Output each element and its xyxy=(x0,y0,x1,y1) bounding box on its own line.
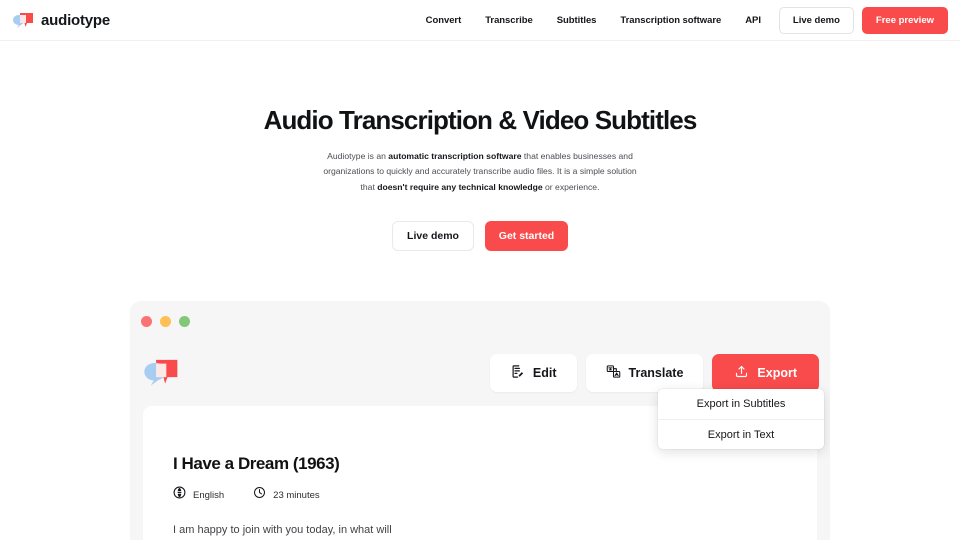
duration-meta: 23 minutes xyxy=(253,486,320,504)
menu-item-export-in-text[interactable]: Export in Text xyxy=(658,419,824,449)
window-minimize-dot[interactable] xyxy=(160,315,171,327)
speech-bubbles-logo-icon xyxy=(12,12,34,29)
transcript-title: I Have a Dream (1963) xyxy=(173,454,340,473)
site-header: audiotype Convert Transcribe Subtitles T… xyxy=(0,0,960,41)
toolbar-actions: Edit Translate Export xyxy=(489,354,819,392)
hero-get-started-button[interactable]: Get started xyxy=(485,221,568,252)
edit-button-label: Edit xyxy=(532,366,557,380)
free-preview-button[interactable]: Free preview xyxy=(861,6,948,34)
app-mockup-window: Edit Translate Export I Have a Dream (19… xyxy=(130,301,830,540)
document-pencil-icon xyxy=(510,364,525,382)
translate-button[interactable]: Translate xyxy=(585,354,704,392)
brand-name: audiotype xyxy=(41,11,111,29)
hero-actions: Live demo Get started xyxy=(0,221,960,252)
hero-subtext: Audiotype is an automatic transcription … xyxy=(315,149,645,195)
transcript-text: I am happy to join with you today, in wh… xyxy=(173,524,392,536)
window-close-dot[interactable] xyxy=(141,315,152,327)
window-titlebar xyxy=(130,301,830,341)
speech-bubbles-logo-icon xyxy=(143,359,179,387)
hero-section: Audio Transcription & Video Subtitles Au… xyxy=(0,105,960,252)
menu-item-export-in-subtitles[interactable]: Export in Subtitles xyxy=(658,389,824,419)
clock-icon xyxy=(253,486,266,504)
nav-item-api[interactable]: API xyxy=(733,9,773,32)
landing-page: audiotype Convert Transcribe Subtitles T… xyxy=(0,0,960,540)
hero-live-demo-button[interactable]: Live demo xyxy=(392,221,474,252)
translate-button-label: Translate xyxy=(628,366,684,380)
hero-sub-bold-1: automatic transcription software xyxy=(388,151,522,162)
hero-sub-part-1: Audiotype is an xyxy=(327,151,389,162)
edit-button[interactable]: Edit xyxy=(489,354,577,392)
globe-icon xyxy=(173,486,186,504)
language-meta: English xyxy=(173,486,224,504)
nav-item-subtitles[interactable]: Subtitles xyxy=(545,9,609,32)
translate-icon xyxy=(606,364,621,382)
export-button[interactable]: Export xyxy=(712,354,819,392)
duration-value: 23 minutes xyxy=(273,489,320,501)
export-dropdown-menu: Export in Subtitles Export in Text xyxy=(658,389,824,449)
transcript-meta: English 23 minutes xyxy=(173,486,817,504)
live-demo-button[interactable]: Live demo xyxy=(778,6,854,34)
nav-item-transcribe[interactable]: Transcribe xyxy=(473,9,545,32)
nav-item-transcription-software[interactable]: Transcription software xyxy=(608,9,733,32)
main-nav: Convert Transcribe Subtitles Transcripti… xyxy=(414,6,948,34)
page-title: Audio Transcription & Video Subtitles xyxy=(263,105,698,135)
brand-logo[interactable]: audiotype xyxy=(12,12,110,29)
language-value: English xyxy=(193,489,225,501)
nav-item-convert[interactable]: Convert xyxy=(414,9,474,32)
hero-sub-bold-2: doesn't require any technical knowledge xyxy=(377,181,543,192)
upload-icon xyxy=(734,364,749,382)
export-button-label: Export xyxy=(757,366,797,380)
hero-sub-part-3: or experience. xyxy=(542,181,600,192)
window-maximize-dot[interactable] xyxy=(179,315,190,327)
